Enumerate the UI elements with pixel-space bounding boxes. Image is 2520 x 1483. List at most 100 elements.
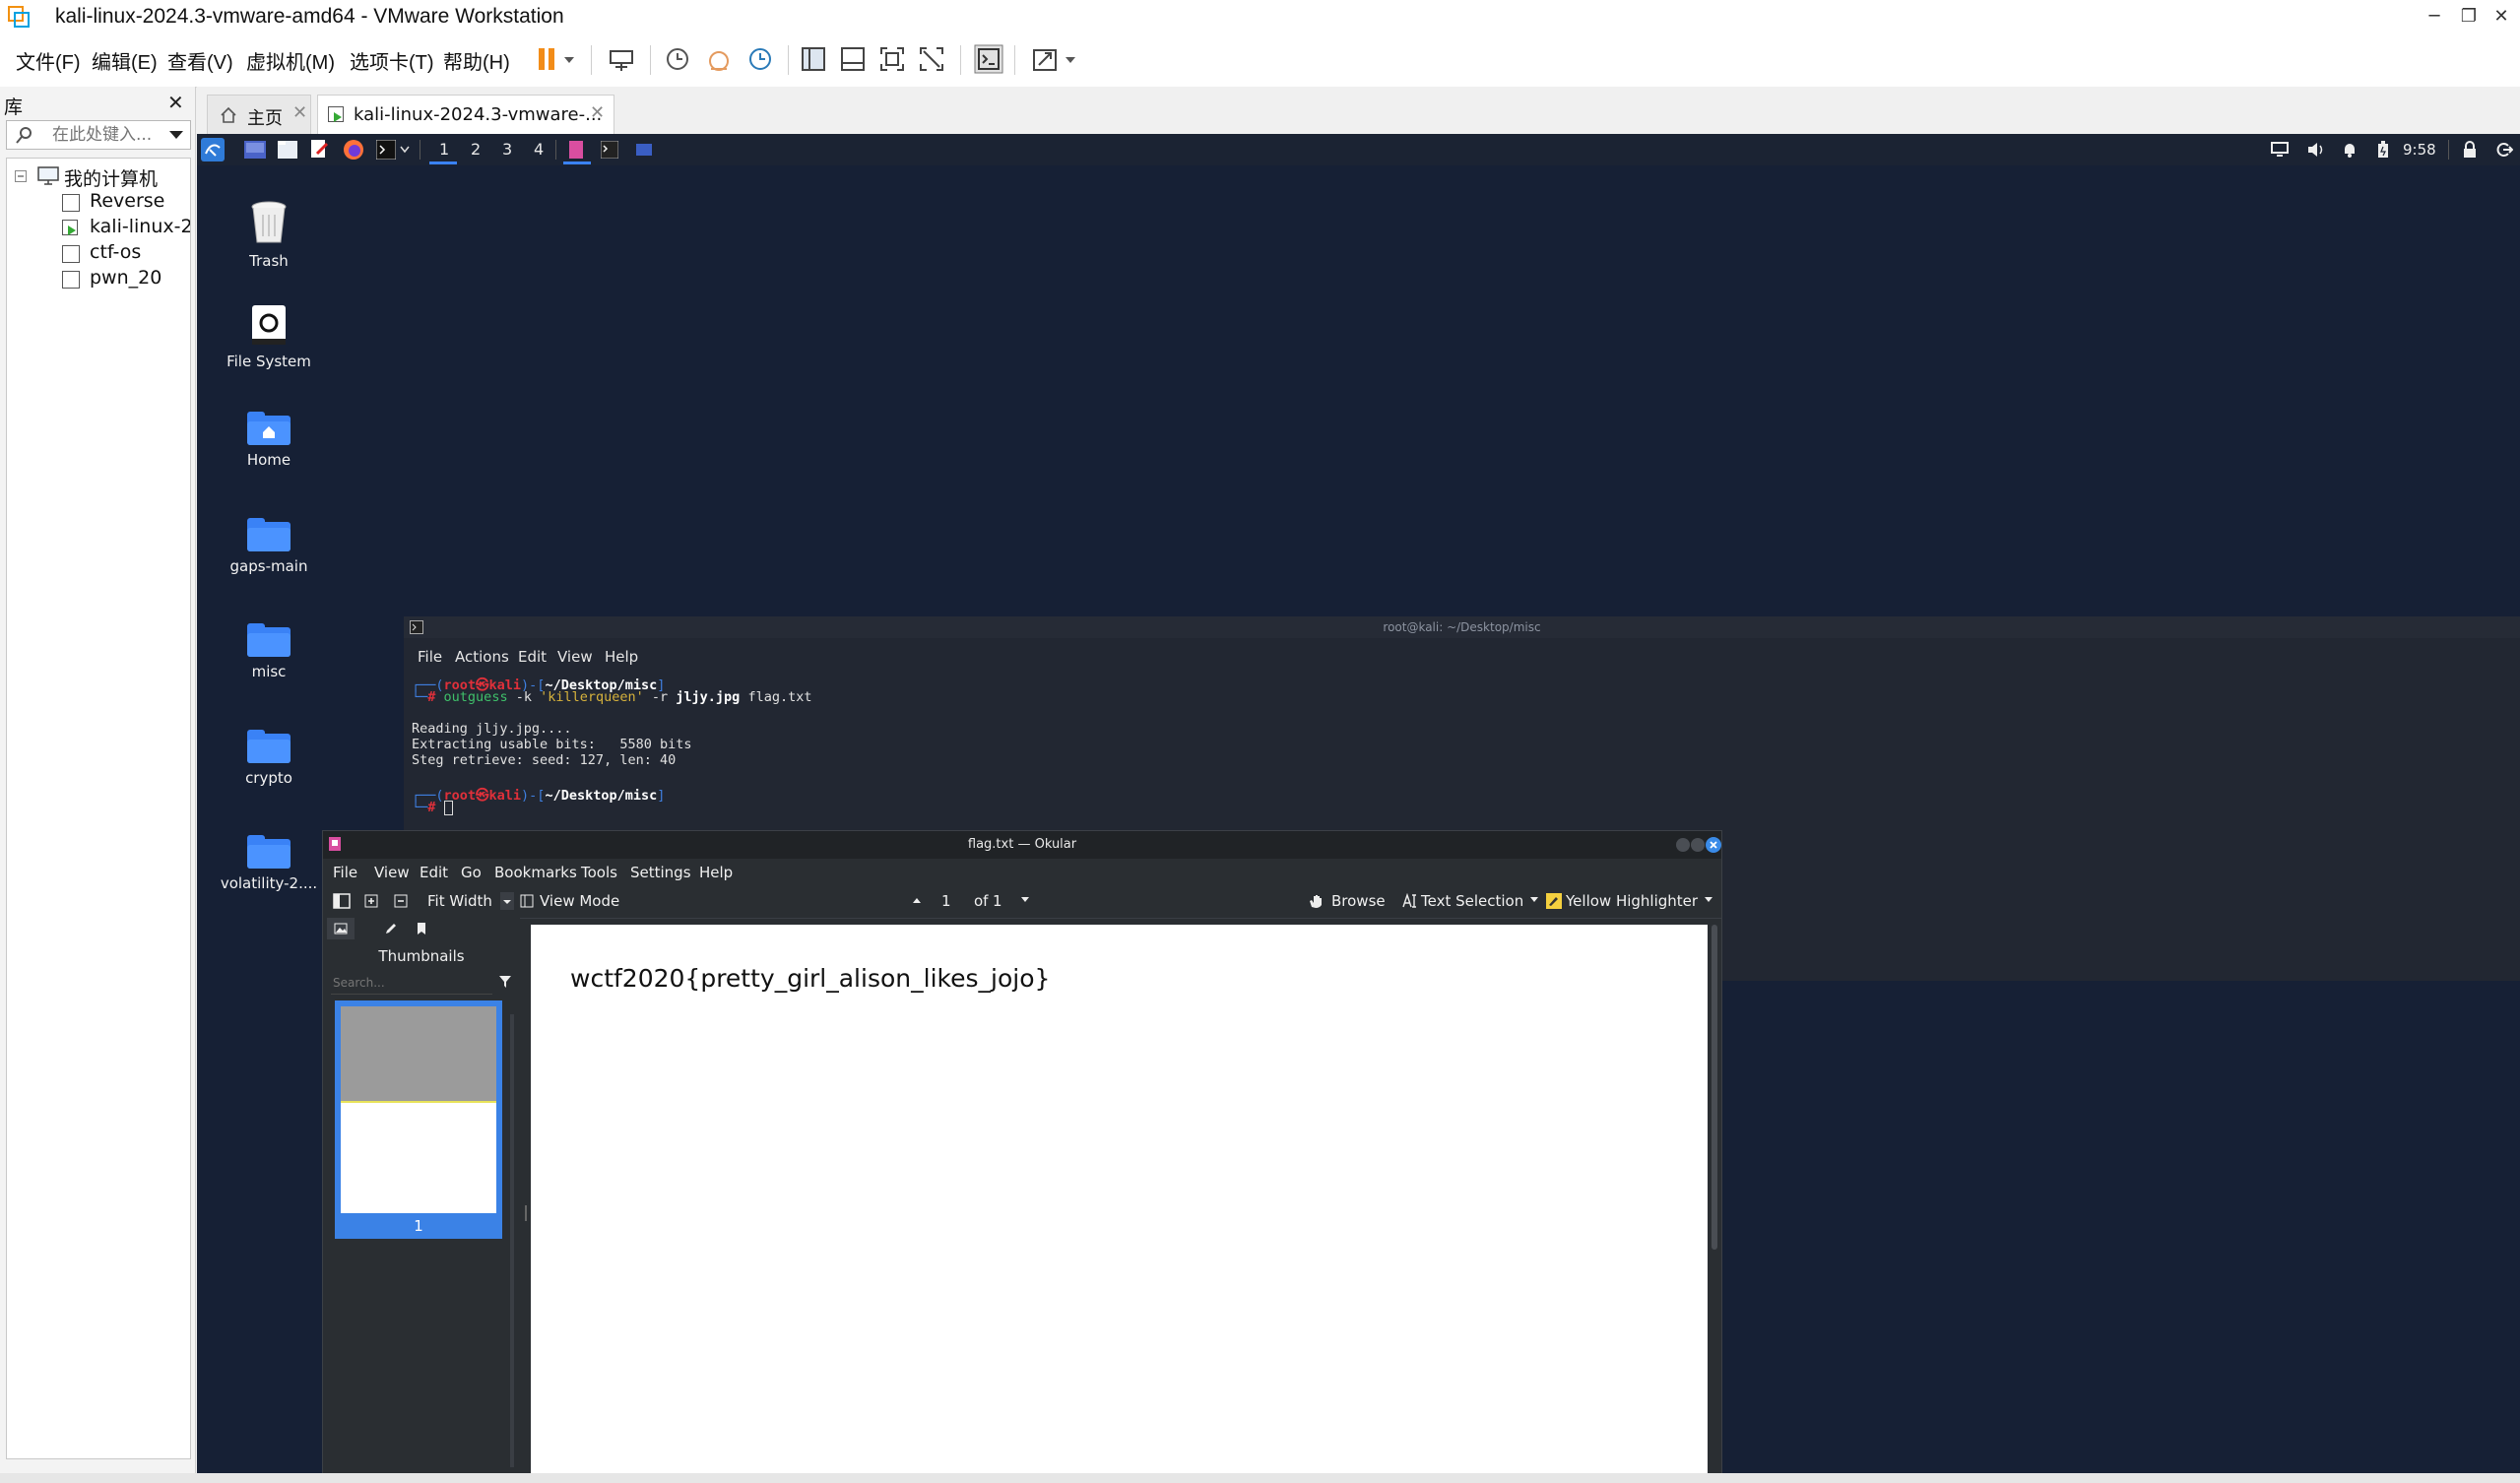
- desktop-icon-home[interactable]: Home: [210, 412, 328, 469]
- okular-task-icon[interactable]: [569, 141, 585, 159]
- workspace-3[interactable]: 3: [502, 140, 512, 159]
- desktop-icon-misc[interactable]: misc: [210, 623, 328, 680]
- vm-screen[interactable]: 1 2 3 4 9:58 Trash File System Home gaps…: [197, 134, 2520, 1473]
- chevron-down-icon[interactable]: [1704, 896, 1713, 904]
- tab-close-icon[interactable]: ✕: [590, 102, 605, 123]
- thumbnail-bar-icon[interactable]: [837, 43, 869, 75]
- terminal-menu-file[interactable]: File: [418, 648, 442, 666]
- menu-file[interactable]: 文件(F): [16, 46, 81, 75]
- tree-item-kali[interactable]: kali-linux-2024.3-vmware-amd64: [90, 216, 190, 237]
- desktop-icon-volatility[interactable]: volatility-2....: [210, 835, 328, 892]
- sidebar-tab-thumbnails[interactable]: [327, 918, 355, 939]
- unity-mode-icon[interactable]: [916, 43, 947, 75]
- workspace-1[interactable]: 1: [439, 140, 449, 159]
- terminal-menu-help[interactable]: Help: [605, 648, 638, 666]
- chevron-down-icon[interactable]: [1529, 896, 1539, 904]
- terminal-menu-actions[interactable]: Actions: [455, 648, 509, 666]
- full-screen-icon[interactable]: [876, 43, 908, 75]
- tree-item-reverse[interactable]: Reverse: [90, 190, 164, 212]
- volume-icon[interactable]: [2306, 141, 2326, 159]
- zoom-in-icon[interactable]: [364, 894, 378, 908]
- zoom-select[interactable]: Fit Width: [427, 892, 492, 910]
- chevron-down-icon[interactable]: [400, 146, 410, 154]
- stretch-guest-icon[interactable]: [1029, 43, 1061, 75]
- terminal-launcher-icon[interactable]: [376, 140, 396, 160]
- terminal-menu-view[interactable]: View: [557, 648, 593, 666]
- window-task-icon[interactable]: [636, 144, 652, 156]
- snapshot-icon[interactable]: [662, 43, 693, 75]
- terminal-task-icon[interactable]: [601, 141, 618, 159]
- view-mode-button[interactable]: View Mode: [540, 892, 619, 910]
- page-number-input[interactable]: 1: [941, 892, 951, 910]
- workspace-2[interactable]: 2: [471, 140, 481, 159]
- workspace-4[interactable]: 4: [534, 140, 544, 159]
- document-text[interactable]: wctf2020{pretty_girl_alison_likes_jojo}: [570, 964, 1050, 993]
- menu-tabs[interactable]: 选项卡(T): [350, 46, 434, 75]
- revert-snapshot-icon[interactable]: [703, 43, 735, 75]
- collapse-icon[interactable]: [15, 170, 27, 182]
- battery-icon[interactable]: [2377, 141, 2389, 159]
- okular-menu-go[interactable]: Go: [461, 864, 482, 881]
- thumbnail-page[interactable]: 1: [335, 1000, 502, 1239]
- close-icon[interactable]: [1706, 837, 1721, 853]
- kali-menu-icon[interactable]: [201, 138, 225, 161]
- library-search-input[interactable]: [50, 123, 162, 147]
- stretch-dropdown-icon[interactable]: [1061, 43, 1080, 75]
- minimize-window-button[interactable]: [1676, 838, 1690, 852]
- next-page-icon[interactable]: [1019, 894, 1031, 906]
- tab-kali[interactable]: kali-linux-2024.3-vmware-... ✕: [317, 95, 614, 135]
- maximize-window-button[interactable]: [1691, 838, 1705, 852]
- panel-clock[interactable]: 9:58: [2403, 141, 2436, 159]
- pause-dropdown-icon[interactable]: [559, 43, 579, 75]
- desktop-icon-gaps-main[interactable]: gaps-main: [210, 518, 328, 575]
- sidebar-scrollbar[interactable]: [510, 1014, 514, 1467]
- desktop-icon-crypto[interactable]: crypto: [210, 730, 328, 787]
- menu-edit[interactable]: 编辑(E): [92, 46, 158, 75]
- firefox-icon[interactable]: [343, 139, 364, 161]
- okular-menu-tools[interactable]: Tools: [581, 864, 617, 881]
- close-library-button[interactable]: ✕: [167, 91, 184, 114]
- yellow-highlighter-button[interactable]: Yellow Highlighter: [1566, 892, 1698, 910]
- terminal-menu-edit[interactable]: Edit: [518, 648, 547, 666]
- previous-page-icon[interactable]: [911, 894, 923, 906]
- tree-item-pwn20[interactable]: pwn_20: [90, 267, 162, 289]
- console-view-icon[interactable]: [973, 43, 1004, 75]
- tree-root-my-computer[interactable]: 我的计算机: [64, 164, 158, 191]
- thumbnail-search-input[interactable]: [331, 972, 492, 995]
- show-desktop-icon[interactable]: [244, 141, 266, 159]
- snapshot-manager-icon[interactable]: [744, 43, 776, 75]
- document-scrollbar[interactable]: [1712, 925, 1717, 1250]
- search-dropdown-icon[interactable]: [168, 127, 184, 143]
- sidebar-resize-handle[interactable]: [525, 1205, 527, 1221]
- terminal-titlebar[interactable]: root@kali: ~/Desktop/misc: [404, 616, 2520, 638]
- view-mode-icon[interactable]: [520, 894, 534, 908]
- browse-tool-button[interactable]: Browse: [1331, 892, 1386, 910]
- okular-menu-settings[interactable]: Settings: [630, 864, 691, 881]
- toggle-sidebar-icon[interactable]: [333, 893, 351, 909]
- desktop-icon-trash[interactable]: Trash: [210, 199, 328, 270]
- okular-titlebar[interactable]: flag.txt — Okular: [323, 831, 1721, 859]
- okular-window[interactable]: flag.txt — Okular File View Edit Go Book…: [322, 830, 1722, 1473]
- filter-icon[interactable]: [498, 975, 512, 989]
- restore-button[interactable]: ❐: [2452, 0, 2486, 33]
- okular-menu-file[interactable]: File: [333, 864, 357, 881]
- pen-icon[interactable]: [384, 922, 398, 935]
- okular-menu-help[interactable]: Help: [699, 864, 733, 881]
- tree-item-ctf-os[interactable]: ctf-os: [90, 241, 141, 263]
- menu-help[interactable]: 帮助(H): [443, 46, 510, 75]
- zoom-out-icon[interactable]: [394, 894, 408, 908]
- bookmark-icon[interactable]: [416, 922, 427, 935]
- tab-home[interactable]: 主页 ✕: [207, 95, 311, 135]
- show-library-icon[interactable]: [798, 43, 829, 75]
- text-selection-tool-button[interactable]: Text Selection: [1421, 892, 1523, 910]
- okular-menu-edit[interactable]: Edit: [420, 864, 448, 881]
- okular-menu-bookmarks[interactable]: Bookmarks: [494, 864, 577, 881]
- send-keys-icon[interactable]: [606, 43, 637, 75]
- lock-icon[interactable]: [2462, 141, 2478, 159]
- notification-bell-icon[interactable]: [2342, 141, 2358, 159]
- text-editor-icon[interactable]: [309, 140, 329, 160]
- okular-menu-view[interactable]: View: [374, 864, 410, 881]
- terminal-input-line[interactable]: └─#: [412, 800, 453, 815]
- menu-view[interactable]: 查看(V): [167, 46, 233, 75]
- document-page[interactable]: wctf2020{pretty_girl_alison_likes_jojo}: [531, 925, 1708, 1473]
